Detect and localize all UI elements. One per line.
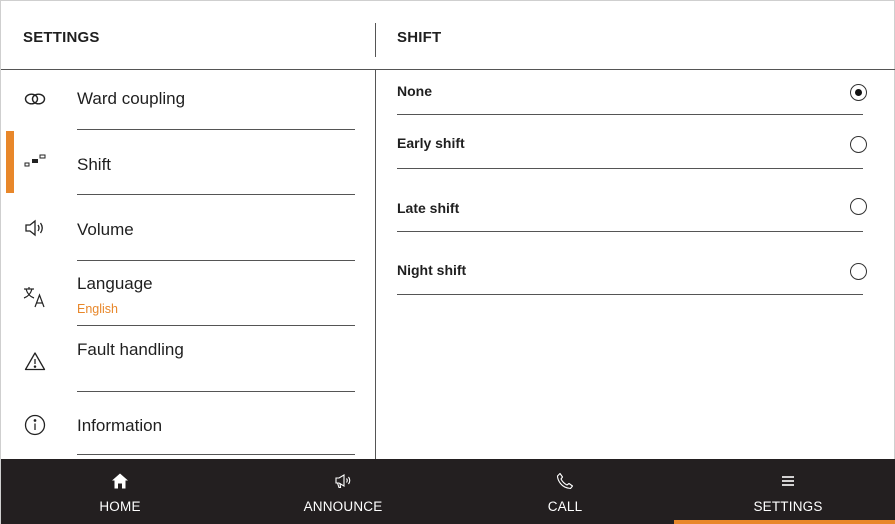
link-icon — [23, 87, 47, 111]
speaker-icon — [23, 216, 47, 240]
translate-icon — [23, 285, 47, 309]
radio-button[interactable] — [850, 198, 867, 215]
radio-button-selected[interactable] — [850, 84, 867, 101]
warning-icon — [23, 349, 47, 373]
bottom-navigation: HOME ANNOUNCE CALL SETTINGS — [1, 459, 895, 524]
tab-label-home: HOME — [99, 499, 141, 514]
shift-icon — [23, 149, 47, 173]
menu-item-information[interactable]: Information — [1, 392, 375, 459]
shift-header: SHIFT — [376, 1, 895, 69]
settings-title: SETTINGS — [23, 29, 100, 46]
tab-home[interactable]: HOME — [8, 459, 232, 524]
option-divider — [397, 294, 863, 295]
megaphone-icon — [231, 471, 455, 491]
tab-call[interactable]: CALL — [453, 459, 677, 524]
menu-divider — [77, 454, 355, 455]
shift-title: SHIFT — [397, 29, 442, 46]
shift-option-none[interactable]: None — [376, 70, 895, 115]
menu-item-ward-coupling[interactable]: Ward coupling — [1, 70, 375, 130]
menu-label-fault-handling: Fault handling — [77, 340, 184, 359]
menu-item-language[interactable]: Language English — [1, 261, 375, 326]
home-icon — [8, 471, 232, 491]
settings-header: SETTINGS — [1, 1, 375, 69]
shift-option-label: Early shift — [397, 135, 465, 151]
language-value: English — [77, 302, 118, 316]
shift-option-label: Late shift — [397, 200, 460, 216]
radio-button[interactable] — [850, 136, 867, 153]
tab-label-announce: ANNOUNCE — [303, 499, 383, 514]
menu-icon — [676, 471, 895, 491]
menu-item-volume[interactable]: Volume — [1, 195, 375, 261]
tab-label-settings: SETTINGS — [753, 499, 823, 514]
tab-settings[interactable]: SETTINGS — [676, 459, 895, 524]
menu-label-language: Language — [77, 274, 153, 293]
tab-label-call: CALL — [547, 499, 583, 514]
tab-announce[interactable]: ANNOUNCE — [231, 459, 455, 524]
menu-label-volume: Volume — [77, 220, 134, 239]
shift-option-label: Night shift — [397, 262, 467, 278]
menu-item-fault-handling[interactable]: Fault handling — [1, 326, 375, 392]
app-frame: SETTINGS SHIFT Ward coupling Shift Volum… — [0, 0, 895, 524]
radio-button[interactable] — [850, 263, 867, 280]
menu-label-information: Information — [77, 416, 163, 435]
phone-icon — [453, 471, 677, 491]
shift-option-night[interactable]: Night shift — [376, 232, 895, 295]
menu-label-ward-coupling: Ward coupling — [77, 89, 186, 108]
menu-item-shift[interactable]: Shift — [1, 130, 375, 195]
radio-dot — [854, 88, 862, 96]
menu-label-shift: Shift — [77, 155, 112, 174]
info-icon — [23, 413, 47, 437]
shift-option-label: None — [397, 83, 432, 99]
shift-option-late[interactable]: Late shift — [376, 169, 895, 232]
active-tab-indicator — [674, 520, 895, 524]
shift-option-early[interactable]: Early shift — [376, 115, 895, 169]
